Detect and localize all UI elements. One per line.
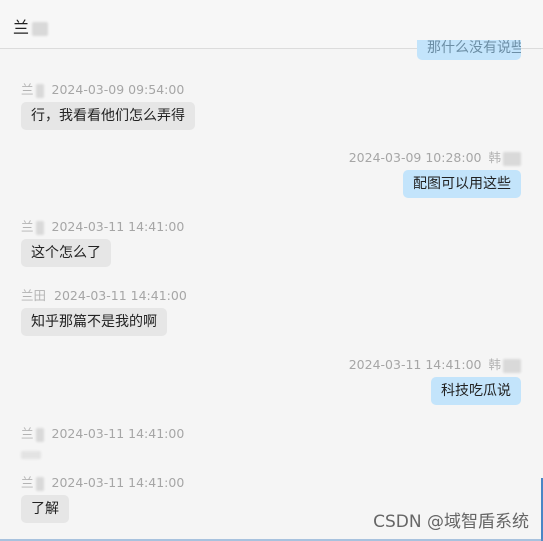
chat-title: 兰 <box>13 14 49 38</box>
message-item: 兰田 2024-03-11 14:41:00 知乎那篇不是我的啊 <box>21 287 187 336</box>
sender-name: 韩 <box>488 150 501 165</box>
message-item: 兰 2024-03-11 14:41:00 <box>21 425 184 462</box>
message-bubble[interactable]: 了解 <box>21 495 69 523</box>
message-time: 2024-03-11 14:41:00 <box>348 357 482 372</box>
message-list[interactable]: 那什么没有说些 兰 2024-03-09 09:54:00 行，我看看他们怎么弄得… <box>0 40 543 541</box>
redacted-name <box>35 427 44 442</box>
message-bubble[interactable]: 配图可以用这些 <box>403 170 521 198</box>
sender-name: 兰田 <box>21 288 47 303</box>
sender-name: 韩 <box>488 357 501 372</box>
message-bubble[interactable]: 科技吃瓜说 <box>431 377 521 405</box>
message-bubble[interactable]: 知乎那篇不是我的啊 <box>21 308 167 336</box>
sender-name: 兰 <box>21 219 34 234</box>
redacted-name <box>503 358 521 373</box>
partial-message-text: 那什么没有说些 <box>427 40 521 56</box>
redacted-name <box>35 476 44 491</box>
watermark: CSDN @域智盾系统 <box>373 512 529 532</box>
message-bubble[interactable]: 行，我看看他们怎么弄得 <box>21 102 195 130</box>
message-time: 2024-03-09 09:54:00 <box>51 82 185 97</box>
message-time: 2024-03-11 14:41:00 <box>51 475 185 490</box>
chat-title-text: 兰 <box>13 18 30 37</box>
message-time: 2024-03-11 14:41:00 <box>54 288 187 303</box>
sender-name: 兰 <box>21 82 34 97</box>
chat-window: 兰 那什么没有说些 兰 2024-03-09 09:54:00 行，我看看他们怎么… <box>0 0 543 541</box>
redacted-name <box>32 21 49 36</box>
message-item: 2024-03-11 14:41:00 韩 科技吃瓜说 <box>349 356 521 405</box>
sender-name: 兰 <box>21 426 34 441</box>
message-item: 兰 2024-03-09 09:54:00 行，我看看他们怎么弄得 <box>21 81 195 130</box>
partial-message-bubble: 那什么没有说些 <box>417 40 521 60</box>
message-time: 2024-03-09 10:28:00 <box>348 150 482 165</box>
message-bubble[interactable]: 这个怎么了 <box>21 239 111 267</box>
redacted-image-message[interactable] <box>21 450 41 459</box>
message-time: 2024-03-11 14:41:00 <box>51 219 185 234</box>
redacted-name <box>35 220 44 235</box>
message-item: 兰 2024-03-11 14:41:00 了解 <box>21 474 184 523</box>
sender-name: 兰 <box>21 475 34 490</box>
message-item: 2024-03-09 10:28:00 韩 配图可以用这些 <box>349 149 521 198</box>
message-item: 兰 2024-03-11 14:41:00 这个怎么了 <box>21 218 184 267</box>
redacted-name <box>35 83 44 98</box>
message-time: 2024-03-11 14:41:00 <box>51 426 185 441</box>
redacted-name <box>503 151 521 166</box>
